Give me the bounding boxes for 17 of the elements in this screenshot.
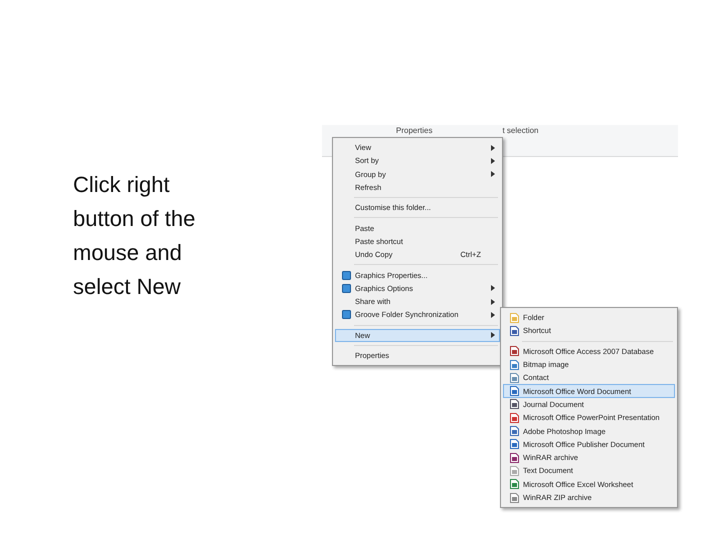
file-icon [510, 399, 519, 410]
instruction-text: Click right button of the mouse and select New [73, 171, 196, 301]
file-icon [510, 412, 519, 423]
file-icon [510, 426, 519, 436]
file-icon [510, 360, 519, 370]
file-icon [510, 452, 519, 463]
file-icon [510, 439, 519, 450]
file-icon [510, 466, 519, 476]
file-icon [510, 386, 519, 396]
ribbon-label: t selection [502, 126, 538, 137]
file-icon [510, 479, 519, 490]
file-icon [510, 492, 519, 502]
ribbon-label: Properties [396, 126, 432, 137]
file-icon [510, 372, 519, 383]
file-icon [510, 312, 519, 323]
file-icon [510, 346, 519, 356]
file-icon [510, 326, 519, 336]
